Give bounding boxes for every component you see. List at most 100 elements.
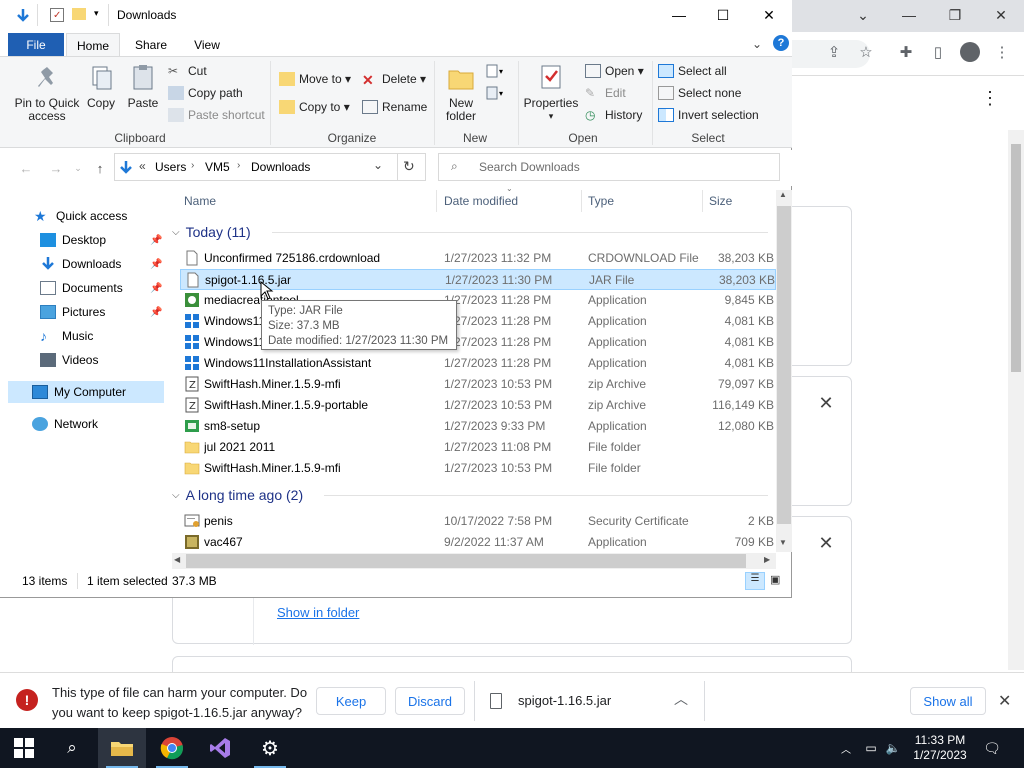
address-bar[interactable]: « Users › VM5 › Downloads ⌄ ↻ <box>114 153 426 181</box>
bookmark-star-icon[interactable]: ☆ <box>854 40 878 64</box>
search-box[interactable]: ⌕ Search Downloads <box>438 153 780 181</box>
keep-button[interactable]: Keep <box>316 687 386 715</box>
close-download-bar-icon[interactable]: ✕ <box>998 691 1011 711</box>
pin-to-quick-access-button[interactable]: Pin to Quick access <box>12 63 82 123</box>
pin-icon[interactable]: 📌 <box>150 307 162 318</box>
restore-icon[interactable]: ❐ <box>932 0 978 30</box>
tab-file[interactable]: File <box>8 33 64 57</box>
file-row[interactable]: Z SwiftHash.Miner.1.5.9-mfi 1/27/2023 10:5… <box>180 374 776 395</box>
select-none-button[interactable]: Select none <box>658 83 741 103</box>
quick-access-arrow-icon[interactable] <box>16 8 30 22</box>
chrome-menu-icon[interactable]: ⋮ <box>990 40 1014 64</box>
properties-check-icon[interactable]: ✓ <box>50 8 64 22</box>
back-arrow-icon[interactable]: ← <box>16 158 36 178</box>
paste-button[interactable]: Paste <box>124 63 162 110</box>
collapse-ribbon-icon[interactable]: ⌄ <box>752 37 762 51</box>
invert-selection-button[interactable]: Invert selection <box>658 105 759 125</box>
nav-quick-access[interactable]: ★ Quick access <box>0 205 168 227</box>
paste-shortcut-button[interactable]: Paste shortcut <box>168 105 265 125</box>
file-explorer-taskbar-button[interactable] <box>98 728 146 768</box>
breadcrumb-overflow[interactable]: « <box>139 159 146 173</box>
copy-to-button[interactable]: Copy to ▾ <box>279 97 350 117</box>
refresh-icon[interactable]: ↻ <box>403 158 415 175</box>
help-icon[interactable]: ? <box>773 35 789 51</box>
file-row[interactable]: SwiftHash.Miner.1.5.9-mfi 1/27/2023 10:53… <box>180 458 776 479</box>
rename-button[interactable]: Rename <box>362 97 427 117</box>
chevron-up-icon[interactable]: ︿ <box>674 689 688 709</box>
pin-icon[interactable]: 📌 <box>150 283 162 294</box>
new-item-icon[interactable]: ▾ <box>486 63 506 79</box>
side-panel-icon[interactable]: ▯ <box>926 40 950 64</box>
cut-button[interactable]: ✂ Cut <box>168 61 207 81</box>
show-in-folder-link[interactable]: Show in folder <box>277 605 359 620</box>
pin-icon[interactable]: 📌 <box>150 235 162 246</box>
file-row[interactable]: Windows11InstallationAssistant 1/27/2023 … <box>180 353 776 374</box>
nav-network[interactable]: Network <box>0 413 168 435</box>
copy-button[interactable]: Copy <box>84 63 118 110</box>
clock[interactable]: 11:33 PM 1/27/2023 <box>910 728 970 768</box>
file-row[interactable]: vac467 9/2/2022 11:37 AM Application 709 KB <box>180 532 776 553</box>
open-button[interactable]: Open ▾ <box>585 61 644 81</box>
copy-path-button[interactable]: Copy path <box>168 83 243 103</box>
breadcrumb-users[interactable]: Users <box>155 160 186 174</box>
chevron-down-icon[interactable]: ⌄ <box>840 0 886 30</box>
remove-download-icon[interactable]: ✕ <box>816 533 836 553</box>
file-list-vertical-scrollbar[interactable]: ▲ ▼ <box>776 190 792 552</box>
column-header-name[interactable]: Name <box>184 188 216 214</box>
chrome-taskbar-button[interactable] <box>148 728 196 768</box>
select-all-button[interactable]: Select all <box>658 61 727 81</box>
forward-arrow-icon[interactable]: → <box>46 158 66 178</box>
column-header-size[interactable]: Size <box>709 188 732 214</box>
nav-documents[interactable]: Documents <box>0 277 168 299</box>
settings-taskbar-button[interactable]: ⚙ <box>246 728 294 768</box>
file-row[interactable]: jul 2021 2011 1/27/2023 11:08 PM File fold… <box>180 437 776 458</box>
nav-my-computer[interactable]: My Computer <box>8 381 164 403</box>
file-list-horizontal-scrollbar[interactable]: ◀ ▶ <box>172 553 776 569</box>
new-folder-icon[interactable] <box>72 8 86 20</box>
start-button[interactable] <box>0 728 48 768</box>
notifications-icon[interactable]: 🗨 <box>980 728 1004 768</box>
extensions-icon[interactable]: ✚ <box>894 40 918 64</box>
minimize-icon[interactable]: — <box>886 0 932 30</box>
share-icon[interactable]: ⇪ <box>822 40 846 64</box>
easy-access-icon[interactable]: ▾ <box>486 85 506 101</box>
breadcrumb-downloads[interactable]: Downloads <box>251 160 310 174</box>
qat-dropdown-icon[interactable]: ▾ <box>94 8 99 19</box>
pin-icon[interactable]: 📌 <box>150 259 162 270</box>
new-folder-button[interactable]: New folder <box>440 63 482 123</box>
history-button[interactable]: ◷ History <box>585 105 642 125</box>
file-row[interactable]: sm8-setup 1/27/2023 9:33 PM Application 12,… <box>180 416 776 437</box>
visual-studio-taskbar-button[interactable] <box>196 728 244 768</box>
address-dropdown-icon[interactable]: ⌄ <box>373 158 383 172</box>
file-row[interactable]: Unconfirmed 725186.crdownload 1/27/2023 1… <box>180 248 776 269</box>
edit-button[interactable]: ✎ Edit <box>585 83 626 103</box>
tab-home[interactable]: Home <box>66 33 120 57</box>
nav-music[interactable]: ♪ Music <box>0 325 168 347</box>
volume-icon[interactable]: 🔈 <box>884 728 902 768</box>
delete-button[interactable]: ✕ Delete ▾ <box>362 69 426 89</box>
chevron-up-icon[interactable]: ︿ <box>838 728 854 768</box>
close-icon[interactable]: ✕ <box>746 0 792 30</box>
nav-videos[interactable]: Videos <box>0 349 168 371</box>
chrome-scrollbar[interactable] <box>1008 130 1024 670</box>
breadcrumb-vm5[interactable]: VM5 <box>205 160 230 174</box>
tab-share[interactable]: Share <box>126 33 176 57</box>
minimize-icon[interactable]: — <box>656 0 702 30</box>
tab-view[interactable]: View <box>182 33 232 57</box>
close-icon[interactable]: ✕ <box>978 0 1024 30</box>
properties-button[interactable]: Properties ▾ <box>522 63 580 123</box>
nav-pictures[interactable]: Pictures <box>0 301 168 323</box>
column-header-type[interactable]: Type <box>588 188 614 214</box>
network-icon[interactable]: ▭ <box>862 728 880 768</box>
move-to-button[interactable]: Move to ▾ <box>279 69 351 89</box>
file-row[interactable]: Z SwiftHash.Miner.1.5.9-portable 1/27/2023… <box>180 395 776 416</box>
nav-desktop[interactable]: Desktop <box>0 229 168 251</box>
nav-downloads[interactable]: Downloads <box>0 253 168 275</box>
maximize-icon[interactable]: ☐ <box>700 0 746 30</box>
details-view-icon[interactable]: ☰ <box>745 572 765 590</box>
downloads-page-menu-icon[interactable]: ⋮ <box>978 86 1002 110</box>
recent-locations-chevron-icon[interactable]: ⌄ <box>68 158 88 178</box>
remove-download-icon[interactable]: ✕ <box>816 393 836 413</box>
discard-button[interactable]: Discard <box>395 687 465 715</box>
profile-avatar-icon[interactable] <box>958 40 982 64</box>
